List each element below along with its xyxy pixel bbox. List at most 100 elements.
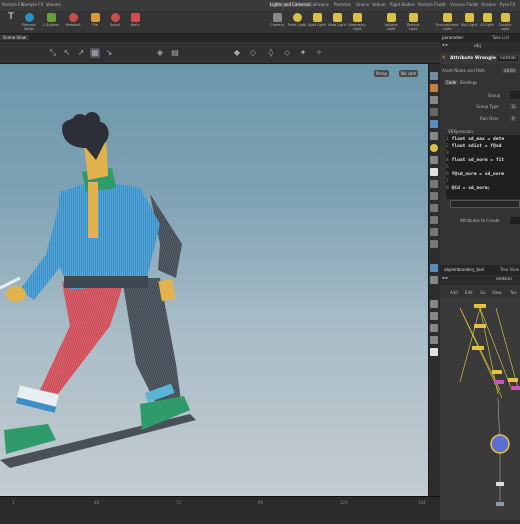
menu-add[interactable]: Add xyxy=(450,290,458,295)
run-over-select[interactable]: P xyxy=(510,116,517,121)
magnet-icon[interactable]: ◆ xyxy=(232,48,242,58)
graph-node[interactable] xyxy=(472,346,484,350)
spiral-tool[interactable]: Spiral xyxy=(104,13,126,33)
point-light-tool[interactable]: Point Light xyxy=(286,13,308,33)
shelf-tab[interactable]: Particles xyxy=(334,2,351,7)
snap-icon[interactable]: ↘ xyxy=(104,48,114,58)
shading-icon[interactable] xyxy=(430,120,438,128)
ghost-icon[interactable] xyxy=(430,108,438,116)
caustic-light-tool[interactable]: Caustic Light xyxy=(494,13,516,33)
shelf-tab[interactable]: Volume xyxy=(46,2,61,7)
shelf-tab[interactable]: Pyro FX xyxy=(500,2,515,7)
selected-node[interactable] xyxy=(490,434,510,454)
tab-code[interactable]: Code xyxy=(444,80,459,85)
snap-face-icon[interactable]: ✧ xyxy=(314,48,324,58)
shelf-tab[interactable]: Particle Fluids xyxy=(418,2,446,7)
scene-viewport[interactable]: Persp No cam xyxy=(0,64,428,500)
snap-curve-icon[interactable]: ◊ xyxy=(266,48,276,58)
selection-icon[interactable] xyxy=(430,264,438,272)
tool-icon[interactable] xyxy=(430,336,438,344)
snap-edge-icon[interactable]: ✦ xyxy=(298,48,308,58)
graph-node[interactable] xyxy=(508,378,518,382)
display-icon[interactable] xyxy=(430,72,438,80)
nav-arrows-icon[interactable]: ◂ ▸ xyxy=(442,276,448,281)
metaball-tool[interactable]: Metaball xyxy=(62,13,84,33)
tool-icon[interactable] xyxy=(430,276,438,284)
shelf-tab[interactable]: Particle FX xyxy=(2,2,23,7)
tool-icon[interactable] xyxy=(430,312,438,320)
attrib-button[interactable]: attrib xyxy=(502,68,517,73)
network-node-path[interactable]: embroi xyxy=(496,277,512,282)
volume-light-tool[interactable]: Volume Light xyxy=(380,13,402,33)
attributes-to-create-field[interactable] xyxy=(510,217,520,224)
handle-icon[interactable]: ▦ xyxy=(90,48,100,58)
node-name-field[interactable]: normal xyxy=(498,56,518,61)
tab-parameter[interactable]: parameter xyxy=(442,35,463,40)
graph-node[interactable] xyxy=(512,386,520,390)
graph-node[interactable] xyxy=(492,370,502,374)
uv-icon[interactable] xyxy=(430,204,438,212)
grid-icon[interactable] xyxy=(430,228,438,236)
group-field[interactable] xyxy=(510,91,520,99)
shelf-tab[interactable]: Collisions xyxy=(310,2,329,7)
rotate-icon[interactable]: ↗ xyxy=(76,48,86,58)
timeline[interactable]: 1 48 72 96 120 144 xyxy=(0,496,440,520)
geometry-light-tool[interactable]: Geometry Light xyxy=(346,13,368,33)
menu-go[interactable]: Go xyxy=(480,290,486,295)
vertex-icon[interactable] xyxy=(430,180,438,188)
normal-icon[interactable] xyxy=(430,192,438,200)
code-scrollbar[interactable] xyxy=(450,200,520,208)
bg-icon[interactable] xyxy=(430,240,438,248)
graph-node[interactable] xyxy=(474,324,486,328)
tab-tree-view[interactable]: Tree View xyxy=(500,267,519,272)
shelf-tab[interactable]: Vellum xyxy=(372,2,386,7)
graph-node[interactable] xyxy=(474,304,486,308)
sun-icon[interactable] xyxy=(430,168,438,176)
shelf-tab[interactable]: Grains xyxy=(356,2,369,7)
tab-scene-view[interactable]: Scene View xyxy=(0,35,29,40)
snap-point-icon[interactable]: ◇ xyxy=(248,48,258,58)
tab-bindings[interactable]: Bindings xyxy=(460,80,477,85)
light-icon[interactable] xyxy=(430,84,438,92)
point-icon[interactable] xyxy=(430,156,438,164)
code-editor[interactable]: 1 float sd_max = dete 2 float sdist = f@… xyxy=(446,135,520,199)
shelf-tab[interactable]: Rigid Bodies xyxy=(390,2,415,7)
bulb-icon[interactable] xyxy=(430,144,438,152)
shelf-tab[interactable]: Sample FX xyxy=(22,2,43,7)
tab-take-list[interactable]: Take List xyxy=(492,35,509,40)
back-icon[interactable]: ◂ ▸ xyxy=(442,43,448,48)
menu-edit[interactable]: Edit xyxy=(465,290,473,295)
area-light-tool[interactable]: Area Light xyxy=(326,13,348,33)
move-icon[interactable]: ↖ xyxy=(62,48,72,58)
distant-light-tool[interactable]: Distant Light xyxy=(402,13,424,33)
select-icon[interactable]: ⤡ xyxy=(48,48,58,58)
wire-icon[interactable] xyxy=(430,132,438,140)
shelf-tab[interactable]: Oceans xyxy=(481,2,496,7)
environment-light-tool[interactable]: Environment Light xyxy=(436,13,458,33)
network-editor[interactable] xyxy=(440,298,520,520)
tab-network[interactable]: obj/embroidery_tool xyxy=(444,267,484,272)
platonic-tool[interactable]: Platonic Solids xyxy=(18,13,40,33)
graph-node[interactable] xyxy=(496,482,504,486)
camera-icon[interactable] xyxy=(430,216,438,224)
tool-icon[interactable] xyxy=(430,300,438,308)
shelf-tab[interactable]: Viscous Fluids xyxy=(450,2,478,7)
lsystem-tool[interactable]: L-System xyxy=(40,13,62,33)
menu-tools[interactable]: Too xyxy=(510,290,517,295)
helix-tool[interactable]: Helix xyxy=(124,13,146,33)
lock-icon[interactable] xyxy=(430,96,438,104)
snap-prim-icon[interactable]: ⬦ xyxy=(282,48,292,58)
tool-icon[interactable] xyxy=(430,348,438,356)
graph-node[interactable] xyxy=(496,502,504,506)
group-type-select[interactable]: G xyxy=(510,104,518,109)
graph-node[interactable] xyxy=(494,380,504,384)
spot-light-tool[interactable]: Spot Light xyxy=(306,13,328,33)
shelf-tab-active[interactable]: Lights and Cameras xyxy=(269,2,311,7)
network-path[interactable]: obj xyxy=(474,44,481,49)
file-tool[interactable]: File xyxy=(84,13,106,33)
camera-tool[interactable]: Camera xyxy=(266,13,288,33)
view-icon[interactable]: ◈ xyxy=(155,48,165,58)
grid-icon[interactable]: ▤ xyxy=(170,48,180,58)
tool-icon[interactable] xyxy=(430,324,438,332)
menu-view[interactable]: View xyxy=(492,290,502,295)
